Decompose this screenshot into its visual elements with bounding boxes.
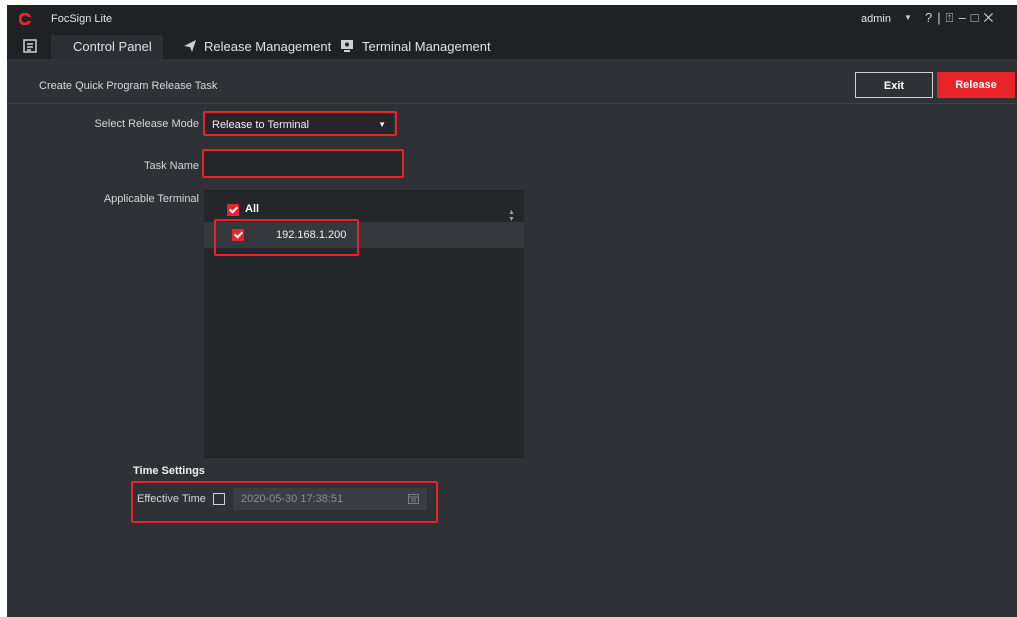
window-controls: ?|⍐–□✕ xyxy=(925,10,998,26)
close-icon[interactable]: ✕ xyxy=(984,10,999,25)
header-divider xyxy=(7,103,1017,104)
tab-control-panel[interactable]: Control Panel xyxy=(73,39,152,54)
release-mode-label: Select Release Mode xyxy=(94,118,199,130)
effective-time-input[interactable]: 2020-05-30 17:38:51 xyxy=(233,488,427,510)
chevron-down-icon: ▼ xyxy=(378,120,386,129)
title-bar: FocSign Lite admin ▼ ?|⍐–□✕ xyxy=(7,5,1017,35)
select-all-checkbox[interactable] xyxy=(227,204,239,216)
task-name-label: Task Name xyxy=(143,160,199,172)
scroll-arrows-icon[interactable]: ▲ ▼ xyxy=(508,209,515,223)
tab-terminal-management[interactable]: Terminal Management xyxy=(362,39,491,54)
app-window: FocSign Lite admin ▼ ?|⍐–□✕ Control Pane… xyxy=(7,5,1017,617)
maximize-icon[interactable]: □ xyxy=(971,10,984,25)
control-panel-icon xyxy=(23,39,37,53)
app-title: FocSign Lite xyxy=(51,13,113,25)
exit-button[interactable]: Exit xyxy=(855,72,933,98)
effective-time-checkbox[interactable] xyxy=(213,493,225,505)
applicable-terminal-label: Applicable Terminal xyxy=(103,193,199,205)
app-logo-icon xyxy=(19,13,31,25)
terminal-checkbox[interactable] xyxy=(232,229,244,241)
help-icon[interactable]: ? xyxy=(925,10,937,25)
page-title: Create Quick Program Release Task xyxy=(39,80,218,92)
release-button[interactable]: Release xyxy=(937,72,1015,98)
lock-icon[interactable]: ⍐ xyxy=(946,10,959,25)
separator: | xyxy=(937,10,946,25)
terminal-list[interactable]: All ▲ ▼ 192.168.1.200 xyxy=(204,190,524,458)
release-mode-select[interactable]: Release to Terminal ▼ xyxy=(204,114,394,136)
nav-bar: Control Panel Release Management Termina… xyxy=(7,35,1017,59)
terminal-list-header: All ▲ ▼ xyxy=(204,200,524,223)
terminal-row[interactable]: 192.168.1.200 xyxy=(204,222,524,248)
task-name-input[interactable] xyxy=(204,152,402,178)
terminal-ip: 192.168.1.200 xyxy=(276,229,347,241)
select-all-label: All xyxy=(245,203,260,215)
effective-time-label: Effective Time xyxy=(137,493,206,505)
send-icon xyxy=(184,40,196,52)
calendar-icon[interactable] xyxy=(408,493,419,504)
tab-release-management[interactable]: Release Management xyxy=(204,39,331,54)
monitor-icon xyxy=(341,40,353,52)
user-caret-icon[interactable]: ▼ xyxy=(904,13,912,22)
minimize-icon[interactable]: – xyxy=(958,10,970,25)
time-settings-heading: Time Settings xyxy=(133,465,205,477)
user-menu[interactable]: admin xyxy=(861,13,891,25)
release-mode-value: Release to Terminal xyxy=(212,119,310,131)
effective-time-value: 2020-05-30 17:38:51 xyxy=(241,493,344,505)
